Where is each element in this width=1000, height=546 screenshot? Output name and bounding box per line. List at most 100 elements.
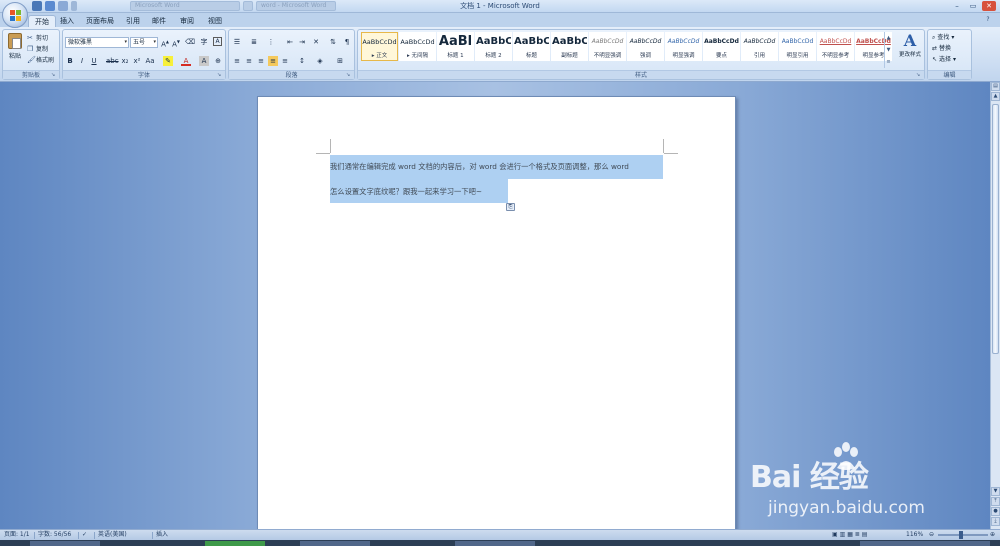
character-border-icon[interactable]: A: [213, 37, 222, 46]
style-subtitle[interactable]: AaBbC 副标题: [551, 32, 588, 61]
align-left-icon[interactable]: ≡: [232, 56, 242, 66]
format-painter-button[interactable]: 🖌 格式刷: [27, 55, 54, 66]
enclose-characters-icon[interactable]: ⊕: [213, 56, 223, 66]
bullets-icon[interactable]: ☰: [232, 37, 242, 47]
word-count[interactable]: 字数: 56/56: [38, 530, 71, 540]
insert-mode[interactable]: 插入: [156, 530, 168, 540]
shading-icon[interactable]: ◈: [315, 56, 325, 66]
document-page[interactable]: 我们通常在编辑完成 word 文档的内容后，对 word 会进行一个格式及页面调…: [257, 96, 736, 536]
cut-button[interactable]: ✂ 剪切: [27, 33, 54, 44]
scroll-thumb[interactable]: [992, 104, 999, 354]
dialog-launcher-icon[interactable]: ↘: [346, 72, 352, 78]
borders-icon[interactable]: ⊞: [335, 56, 345, 66]
office-button[interactable]: [2, 2, 28, 28]
window-tab-2[interactable]: [243, 1, 253, 11]
window-tab-3[interactable]: word - Microsoft Word: [256, 1, 336, 11]
font-name-dropdown[interactable]: 微软雅黑 ▾: [65, 37, 129, 48]
style-title[interactable]: AaBbC 标题: [513, 32, 550, 61]
save-icon[interactable]: [32, 1, 42, 11]
tab-view[interactable]: 视图: [202, 15, 228, 27]
justify-icon[interactable]: ≡: [268, 56, 278, 66]
maximize-icon[interactable]: ▭: [966, 1, 980, 11]
style-intense-emphasis[interactable]: AaBbCcDd 明显强调: [665, 32, 702, 61]
shrink-font-icon[interactable]: A▼: [171, 37, 181, 48]
strikethrough-icon[interactable]: abc: [106, 56, 119, 66]
character-shading-icon[interactable]: A: [199, 56, 209, 66]
clear-format-icon[interactable]: ⌫: [185, 37, 195, 47]
page-count[interactable]: 页面: 1/1: [4, 530, 30, 540]
replace-button[interactable]: ⇄ 替换: [932, 43, 956, 54]
more-icon[interactable]: ≡: [885, 56, 892, 68]
dialog-launcher-icon[interactable]: ↘: [51, 72, 57, 78]
minimize-icon[interactable]: –: [950, 1, 964, 11]
window-tab-1[interactable]: Microsoft Word: [130, 1, 240, 11]
undo-icon[interactable]: [45, 1, 55, 11]
font-size-dropdown[interactable]: 五号 ▾: [130, 37, 158, 48]
font-color-icon[interactable]: A: [181, 56, 191, 66]
style-strong[interactable]: AaBbCcDd 要点: [703, 32, 740, 61]
style-heading-1[interactable]: AaBl 标题 1: [437, 32, 474, 61]
tab-references[interactable]: 引用: [120, 15, 146, 27]
paste-options-icon[interactable]: ⎘: [506, 203, 515, 211]
chevron-down-icon[interactable]: ▼: [885, 44, 892, 56]
full-screen-reading-icon[interactable]: ▥: [840, 531, 846, 538]
zoom-slider-knob[interactable]: [959, 531, 963, 539]
bold-icon[interactable]: B: [65, 56, 75, 66]
line-spacing-icon[interactable]: ↕: [297, 56, 307, 66]
change-styles-button[interactable]: A 更改样式: [895, 32, 925, 59]
next-page-icon[interactable]: ⤓: [991, 517, 1000, 526]
draft-icon[interactable]: ▤: [862, 531, 868, 538]
style-quote[interactable]: AaBbCcDd 引用: [741, 32, 778, 61]
distributed-icon[interactable]: ≡: [280, 56, 290, 66]
tab-mailings[interactable]: 邮件: [146, 15, 172, 27]
multilevel-list-icon[interactable]: ⋮: [266, 37, 276, 47]
decrease-indent-icon[interactable]: ⇤: [285, 37, 295, 47]
print-layout-icon[interactable]: ▣: [832, 531, 838, 538]
style-no-spacing[interactable]: AaBbCcDd ▸ 无间隔: [399, 32, 436, 61]
dialog-launcher-icon[interactable]: ↘: [217, 72, 223, 78]
customize-qat-icon[interactable]: [71, 1, 77, 11]
taskbar-tray[interactable]: [860, 541, 990, 546]
taskbar-item[interactable]: [30, 541, 100, 546]
scroll-down-icon[interactable]: ▼: [991, 487, 1000, 496]
highlight-icon[interactable]: ✎: [163, 56, 173, 66]
document-text-line[interactable]: 我们通常在编辑完成 word 文档的内容后，对 word 会进行一个格式及页面调…: [330, 161, 629, 173]
tab-review[interactable]: 审阅: [174, 15, 200, 27]
web-layout-icon[interactable]: ▦: [847, 531, 853, 538]
close-icon[interactable]: ✕: [982, 1, 996, 11]
chevron-up-icon[interactable]: ▲: [885, 32, 892, 44]
dialog-launcher-icon[interactable]: ↘: [916, 72, 922, 78]
taskbar-item[interactable]: [205, 541, 265, 546]
style-normal[interactable]: AaBbCcDd ▸ 正文: [361, 32, 398, 61]
outline-icon[interactable]: ≣: [855, 531, 860, 538]
underline-icon[interactable]: U: [89, 56, 99, 66]
phonetic-guide-icon[interactable]: 字: [199, 37, 209, 47]
style-subtle-reference[interactable]: AaBbCcDd 不明显参考: [817, 32, 854, 61]
vertical-scrollbar[interactable]: ▤ ▲ ▼ ⤒ ● ⤓: [990, 82, 1000, 529]
align-right-icon[interactable]: ≡: [256, 56, 266, 66]
style-emphasis[interactable]: AaBbCcDd 强调: [627, 32, 664, 61]
previous-page-icon[interactable]: ⤒: [991, 497, 1000, 506]
numbering-icon[interactable]: ≣: [249, 37, 259, 47]
italic-icon[interactable]: I: [77, 56, 87, 66]
language-indicator[interactable]: 英语(美国): [98, 530, 127, 540]
redo-icon[interactable]: [58, 1, 68, 11]
style-subtle-emphasis[interactable]: AaBbCcDd 不明显强调: [589, 32, 626, 61]
show-marks-icon[interactable]: ¶: [342, 37, 352, 47]
copy-button[interactable]: ❐ 复制: [27, 44, 54, 55]
subscript-icon[interactable]: x₂: [120, 56, 130, 66]
tab-insert[interactable]: 插入: [54, 15, 80, 27]
zoom-slider[interactable]: [938, 531, 988, 539]
zoom-in-icon[interactable]: ⊕: [990, 530, 995, 540]
style-heading-2[interactable]: AaBbC 标题 2: [475, 32, 512, 61]
grow-font-icon[interactable]: A▲: [160, 37, 170, 48]
superscript-icon[interactable]: x²: [132, 56, 142, 66]
change-case-icon[interactable]: Aa: [145, 56, 155, 66]
zoom-level[interactable]: 116%: [906, 530, 923, 540]
document-text-line[interactable]: 怎么设置文字底纹呢？跟我一起来学习一下吧~: [330, 186, 482, 198]
find-button[interactable]: ⌕ 查找 ▾: [932, 32, 956, 43]
tab-page-layout[interactable]: 页面布局: [80, 15, 120, 27]
zoom-out-icon[interactable]: ⊖: [929, 530, 934, 540]
paste-button[interactable]: 粘贴: [6, 33, 24, 67]
help-icon[interactable]: ?: [984, 16, 992, 24]
